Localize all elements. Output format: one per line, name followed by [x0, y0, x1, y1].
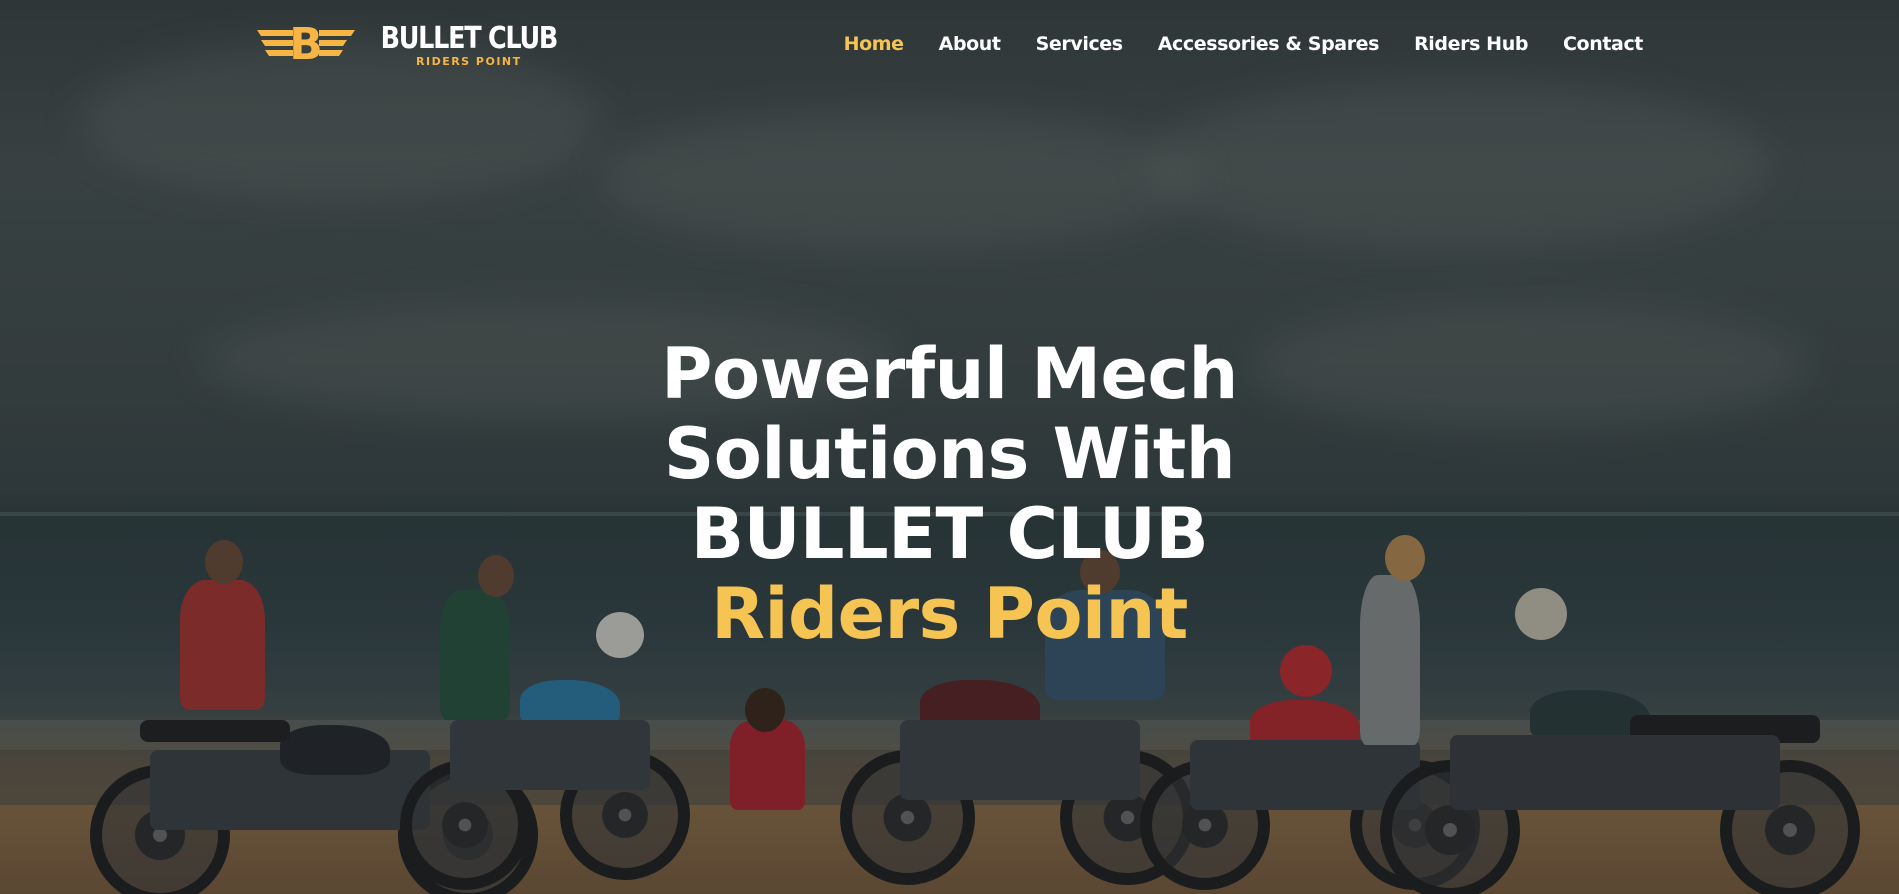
top-navigation: B BULLET CLUB RIDERS POINT Home About Se… — [0, 0, 1899, 94]
brand-name: BULLET CLUB — [380, 20, 559, 56]
logo-mark: B — [257, 22, 355, 68]
nav-accessories-spares[interactable]: Accessories & Spares — [1158, 33, 1380, 55]
nav-about[interactable]: About — [939, 33, 1001, 55]
hero-section: B BULLET CLUB RIDERS POINT Home About Se… — [0, 0, 1899, 894]
brand-logo[interactable]: B BULLET CLUB RIDERS POINT — [257, 22, 573, 68]
headline-line-1: Powerful Mech — [661, 333, 1238, 415]
logo-text: BULLET CLUB RIDERS POINT — [365, 20, 573, 68]
nav-services[interactable]: Services — [1036, 33, 1124, 55]
nav-home[interactable]: Home — [844, 33, 904, 55]
headline-line-2: Solutions With — [663, 413, 1236, 495]
brand-tagline: RIDERS POINT — [416, 54, 522, 68]
headline-line-3: BULLET CLUB — [690, 493, 1209, 575]
main-menu: Home About Services Accessories & Spares… — [844, 33, 1644, 55]
right-wing-icon — [319, 30, 355, 56]
headline-accent: Riders Point — [711, 573, 1188, 655]
hero-headline: Powerful Mech Solutions With BULLET CLUB… — [0, 334, 1899, 654]
nav-riders-hub[interactable]: Riders Hub — [1414, 33, 1528, 55]
nav-contact[interactable]: Contact — [1563, 33, 1643, 55]
